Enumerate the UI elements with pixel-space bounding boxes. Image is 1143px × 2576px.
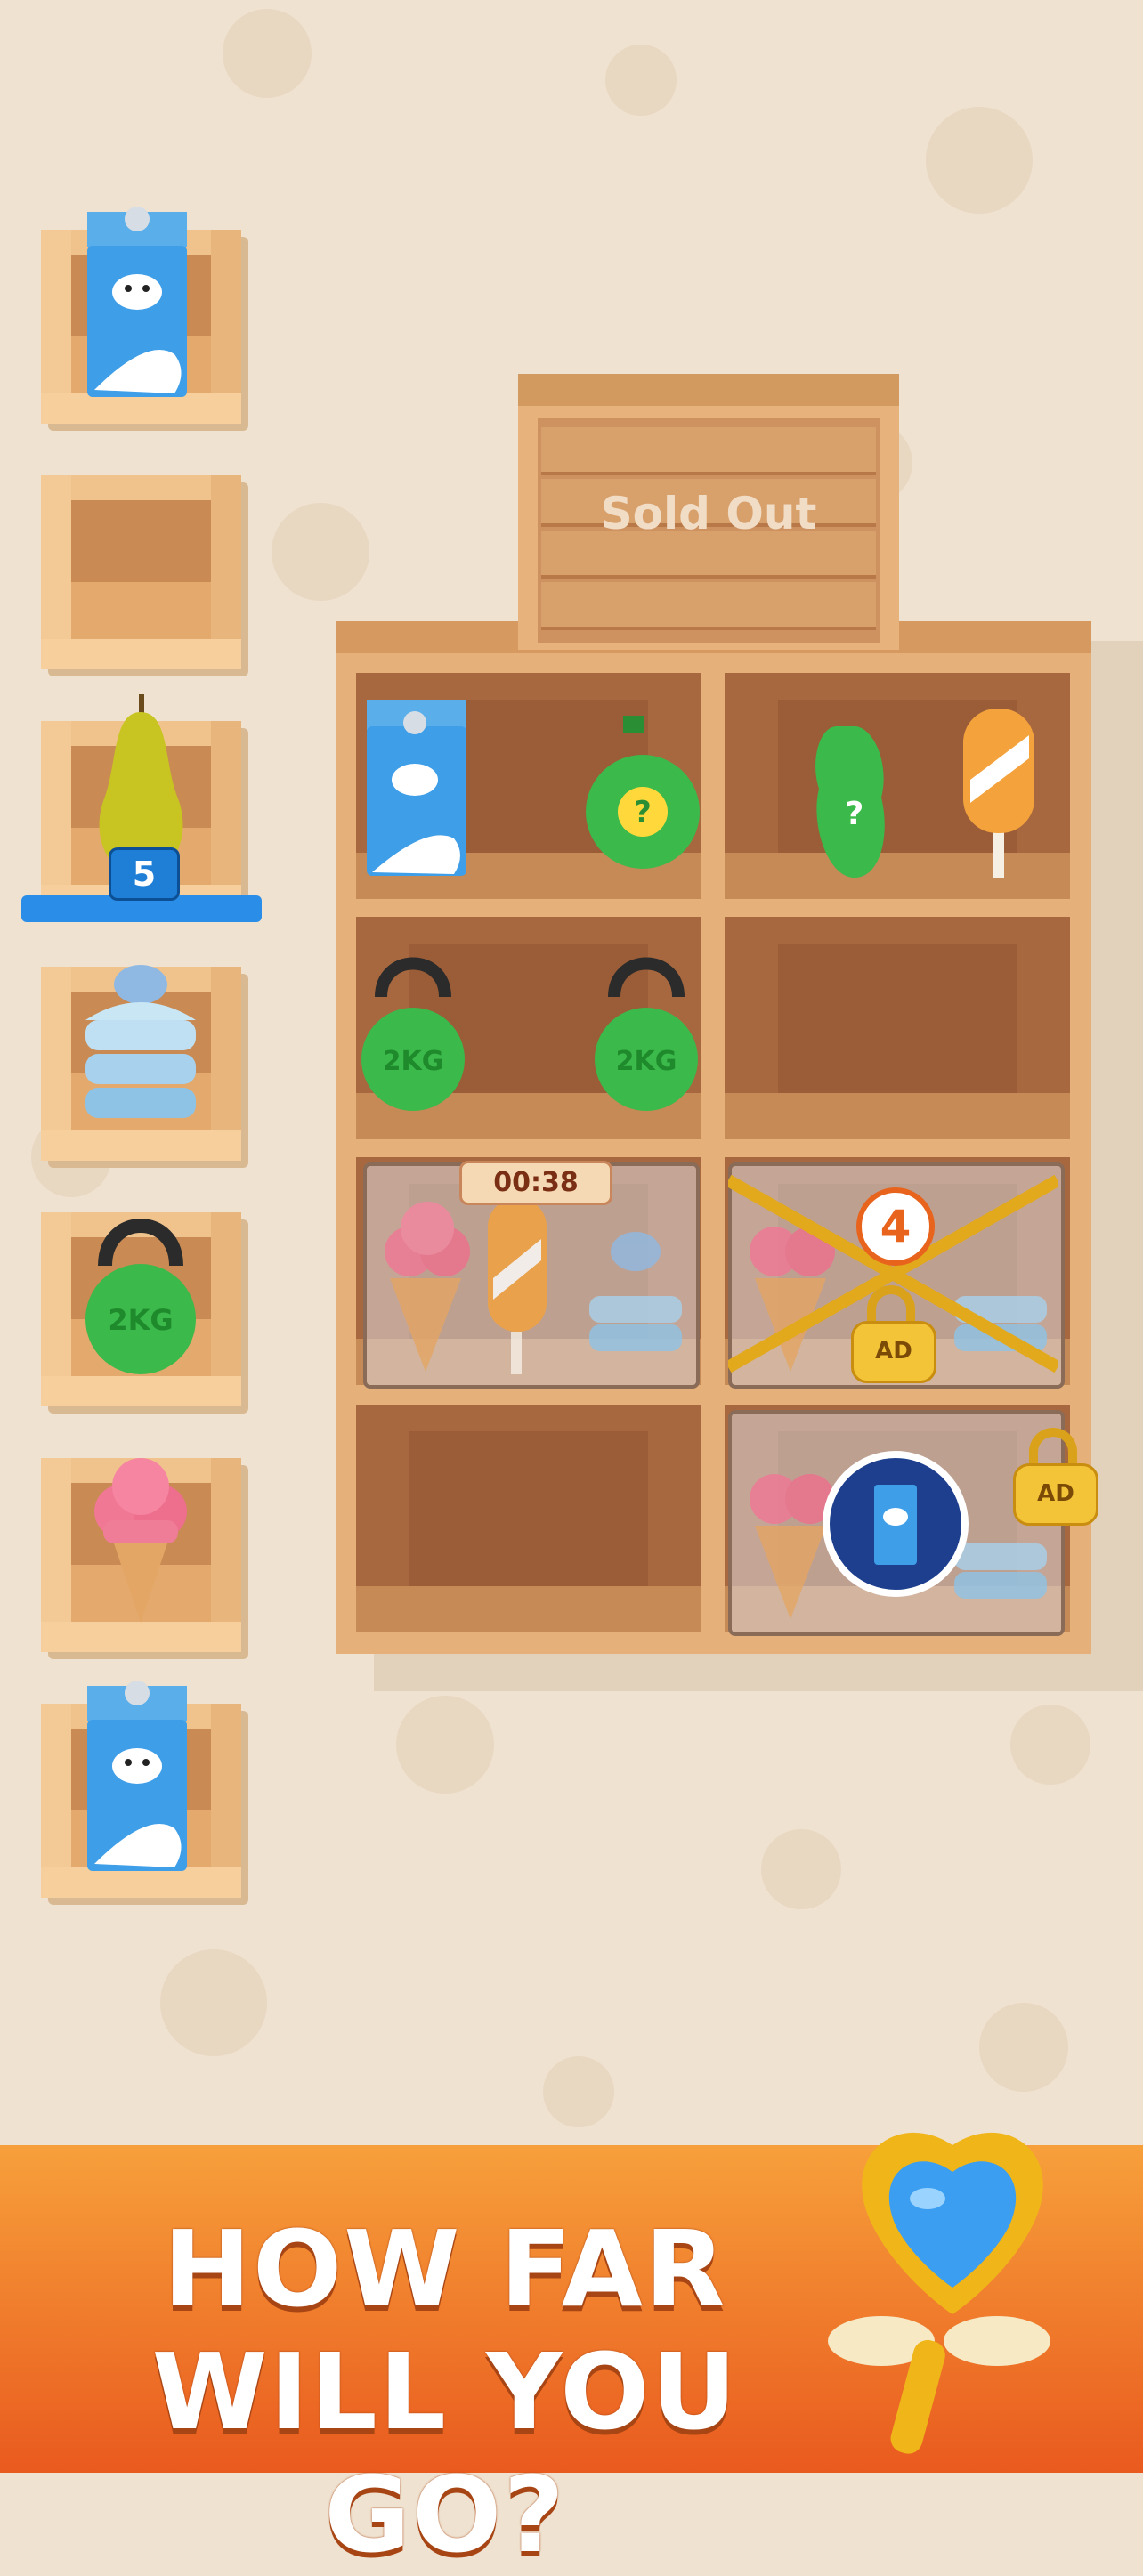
macaron-stack-icon <box>85 965 196 1118</box>
lock-count-badge: 4 <box>856 1187 935 1266</box>
row-4-right-items <box>750 1451 1047 1619</box>
ice-cream-cone-icon <box>94 1458 187 1623</box>
kettlebell-icon: 2KG <box>361 957 465 1111</box>
side-box-6[interactable] <box>41 1458 241 1652</box>
milk-carton-icon <box>87 207 187 397</box>
pear-count-badge: 5 <box>109 847 180 901</box>
side-box-7[interactable] <box>41 1681 241 1898</box>
kettlebell-label: 2KG <box>616 1046 677 1077</box>
svg-text:?: ? <box>634 795 652 830</box>
milk-carton-icon <box>87 1681 187 1871</box>
sold-out-crate: Sold Out <box>518 374 899 650</box>
kettlebell-icon: 2KG <box>85 1219 196 1374</box>
row-2-items: 2KG 2KG <box>361 957 698 1111</box>
kettlebell-icon: 2KG <box>595 957 698 1111</box>
target-milk-icon <box>823 1451 969 1597</box>
mystery-lettuce-icon: ? <box>815 726 885 878</box>
corner-padlock-ad-label: AD <box>1013 1463 1098 1526</box>
milk-carton-icon <box>367 700 466 876</box>
banner-line-2: WILL YOU GO? <box>151 2330 739 2576</box>
kettlebell-label: 2KG <box>383 1046 444 1077</box>
timer-badge: 00:38 <box>459 1161 612 1205</box>
corner-padlock-icon[interactable]: AD <box>1013 1428 1098 1526</box>
side-box-1[interactable] <box>41 207 241 424</box>
shelf-slot-4[interactable] <box>725 917 1070 1139</box>
svg-text:?: ? <box>846 796 864 832</box>
sold-out-label: Sold Out <box>600 488 817 539</box>
side-box-5[interactable]: 2KG <box>41 1212 241 1406</box>
side-box-4[interactable] <box>41 965 241 1161</box>
padlock-icon[interactable]: AD <box>851 1285 936 1383</box>
magic-mirror-icon <box>828 2132 1050 2454</box>
padlock-ad-label: AD <box>851 1321 936 1383</box>
row-1-items: ? ? <box>367 700 1034 878</box>
banner-line-1: HOW FAR <box>163 2207 727 2330</box>
kettlebell-label: 2KG <box>108 1303 173 1337</box>
mystery-stopwatch-icon: ? <box>586 716 700 869</box>
popsicle-icon <box>963 709 1034 878</box>
shelf-slot-7[interactable] <box>356 1405 701 1632</box>
side-box-2[interactable] <box>41 475 241 669</box>
